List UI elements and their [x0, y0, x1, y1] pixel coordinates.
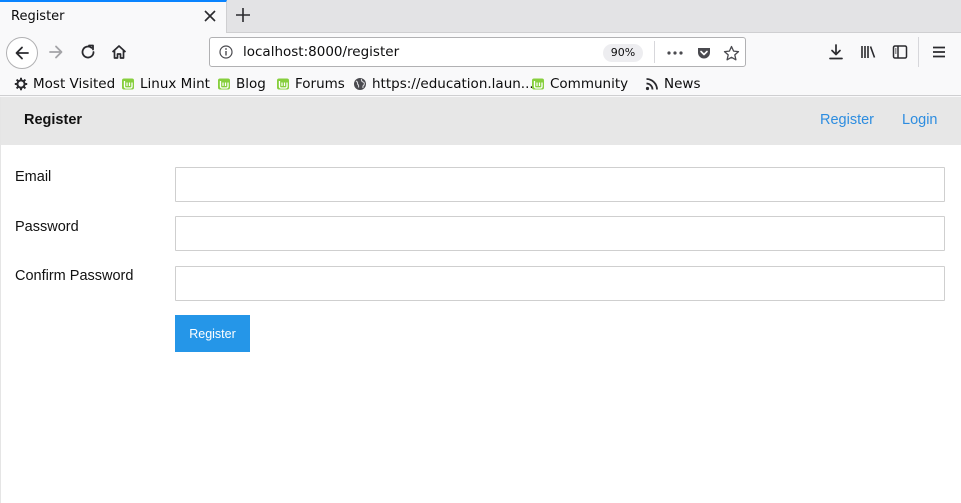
- info-icon[interactable]: [219, 45, 233, 59]
- download-icon: [829, 44, 843, 60]
- page-content: Register Register Login Email Password C…: [0, 97, 961, 503]
- bookmark-label: Community: [550, 76, 629, 92]
- new-tab-button[interactable]: [232, 3, 254, 27]
- zoom-level-badge[interactable]: 90%: [603, 44, 643, 62]
- register-button[interactable]: Register: [175, 315, 250, 352]
- downloads-button[interactable]: [822, 38, 850, 66]
- bookmark-most-visited[interactable]: Most Visited: [14, 74, 115, 94]
- globe-icon: [353, 77, 367, 91]
- home-icon: [111, 45, 127, 59]
- back-arrow-icon: [15, 46, 29, 60]
- library-button[interactable]: [854, 38, 882, 66]
- url-divider: [654, 41, 655, 63]
- confirm-password-field[interactable]: [175, 266, 945, 301]
- mint-icon: [217, 77, 231, 91]
- bookmark-star-icon[interactable]: [721, 43, 741, 63]
- password-field[interactable]: [175, 216, 945, 251]
- more-actions-icon[interactable]: [665, 43, 685, 63]
- navigation-toolbar: localhost:8000/register 90%: [0, 33, 961, 71]
- confirm-password-label: Confirm Password: [15, 268, 134, 284]
- bookmark-forums[interactable]: Forums: [276, 74, 345, 94]
- bookmark-label: https://education.laun...: [372, 76, 534, 92]
- library-icon: [861, 46, 876, 58]
- site-navbar: Register Register Login: [1, 97, 961, 145]
- bookmark-news[interactable]: News: [645, 74, 700, 94]
- home-button[interactable]: [105, 38, 133, 66]
- bookmark-label: Linux Mint: [140, 76, 210, 92]
- reload-button[interactable]: [74, 38, 102, 66]
- nav-register-link[interactable]: Register: [820, 112, 874, 128]
- site-brand[interactable]: Register: [24, 112, 82, 128]
- bookmark-label: Most Visited: [33, 76, 116, 92]
- mint-icon: [531, 77, 545, 91]
- bookmark-label: Blog: [236, 76, 266, 92]
- mint-icon: [276, 77, 290, 91]
- sidebar-button[interactable]: [886, 38, 914, 66]
- forward-arrow-icon: [49, 45, 63, 59]
- menu-button[interactable]: [925, 38, 953, 66]
- sidebar-icon: [892, 45, 908, 59]
- bookmarks-toolbar: Most Visited Linux Mint Blog Forums http…: [0, 71, 961, 96]
- tab-register[interactable]: Register: [0, 0, 227, 33]
- bookmark-blog[interactable]: Blog: [217, 74, 266, 94]
- email-field[interactable]: [175, 167, 945, 202]
- password-label: Password: [15, 219, 79, 235]
- close-tab-icon[interactable]: [200, 6, 220, 26]
- forward-button[interactable]: [42, 38, 70, 66]
- back-button[interactable]: [6, 37, 38, 69]
- bookmark-linux-mint[interactable]: Linux Mint: [121, 74, 210, 94]
- toolbar-divider: [918, 37, 919, 67]
- bookmark-label: News: [664, 76, 701, 92]
- hamburger-icon: [933, 46, 945, 58]
- tab-title: Register: [11, 9, 65, 24]
- bookmark-education[interactable]: https://education.laun...: [353, 74, 534, 94]
- gear-icon: [14, 77, 28, 91]
- rss-icon: [645, 77, 659, 91]
- reload-icon: [81, 44, 95, 59]
- email-label: Email: [15, 169, 52, 185]
- pocket-icon[interactable]: [694, 43, 714, 63]
- url-bar[interactable]: localhost:8000/register 90%: [209, 37, 746, 67]
- bookmark-label: Forums: [295, 76, 345, 92]
- bookmark-community[interactable]: Community: [531, 74, 628, 94]
- tab-strip: Register: [0, 0, 961, 33]
- mint-icon: [121, 77, 135, 91]
- url-text[interactable]: localhost:8000/register: [243, 44, 399, 60]
- nav-login-link[interactable]: Login: [902, 112, 937, 128]
